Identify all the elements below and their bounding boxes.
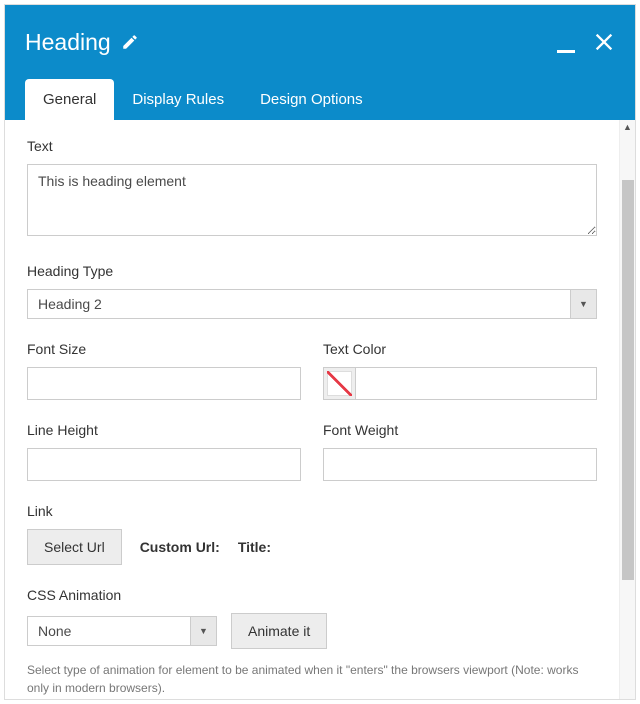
row-lineheight-weight: Line Height Font Weight [27, 422, 597, 481]
link-row: Select Url Custom Url: Title: [27, 529, 597, 565]
link-label: Link [27, 503, 597, 519]
tab-display-rules[interactable]: Display Rules [114, 79, 242, 120]
field-text-color: Text Color [323, 341, 597, 400]
text-color-row [323, 367, 597, 400]
row-size-color: Font Size Text Color [27, 341, 597, 400]
custom-url-label: Custom Url: [140, 539, 220, 555]
heading-type-value: Heading 2 [28, 290, 570, 318]
text-color-label: Text Color [323, 341, 597, 357]
scroll-thumb[interactable] [622, 180, 634, 580]
color-swatch[interactable] [323, 367, 356, 400]
css-animation-value: None [28, 617, 190, 645]
content: Text This is heading element Heading Typ… [5, 120, 619, 699]
css-animation-select[interactable]: None ▼ [27, 616, 217, 646]
field-heading-type: Heading Type Heading 2 ▼ [27, 263, 597, 319]
font-weight-label: Font Weight [323, 422, 597, 438]
text-input[interactable]: This is heading element [27, 164, 597, 236]
heading-settings-dialog: Heading General Display Rules Design Opt… [4, 4, 636, 700]
field-text: Text This is heading element [27, 138, 597, 241]
field-font-size: Font Size [27, 341, 301, 400]
font-size-input[interactable] [27, 367, 301, 400]
close-icon[interactable] [593, 31, 615, 53]
heading-type-select[interactable]: Heading 2 ▼ [27, 289, 597, 319]
line-height-label: Line Height [27, 422, 301, 438]
field-line-height: Line Height [27, 422, 301, 481]
animate-it-button[interactable]: Animate it [231, 613, 327, 649]
chevron-down-icon: ▼ [570, 290, 596, 318]
select-url-button[interactable]: Select Url [27, 529, 122, 565]
field-font-weight: Font Weight [323, 422, 597, 481]
scroll-up-icon[interactable]: ▲ [620, 122, 635, 132]
chevron-down-icon: ▼ [190, 617, 216, 645]
scrollbar[interactable]: ▲ [619, 120, 635, 699]
dialog-header: Heading General Display Rules Design Opt… [5, 5, 635, 120]
text-color-input[interactable] [356, 367, 597, 400]
css-animation-label: CSS Animation [27, 587, 597, 603]
minimize-icon[interactable] [557, 50, 575, 53]
tab-general[interactable]: General [25, 79, 114, 120]
title-label: Title: [238, 539, 271, 555]
font-weight-input[interactable] [323, 448, 597, 481]
no-color-icon [327, 371, 352, 396]
tabs: General Display Rules Design Options [5, 61, 635, 120]
tab-design-options[interactable]: Design Options [242, 79, 381, 120]
field-link: Link Select Url Custom Url: Title: [27, 503, 597, 565]
field-css-animation: CSS Animation None ▼ Animate it Select t… [27, 587, 597, 697]
line-height-input[interactable] [27, 448, 301, 481]
heading-type-label: Heading Type [27, 263, 597, 279]
edit-icon [121, 33, 139, 51]
dialog-title: Heading [25, 29, 111, 56]
animation-row: None ▼ Animate it [27, 613, 597, 649]
title-row: Heading [5, 5, 635, 61]
content-wrapper: Text This is heading element Heading Typ… [5, 120, 635, 699]
font-size-label: Font Size [27, 341, 301, 357]
css-animation-help: Select type of animation for element to … [27, 661, 597, 697]
text-label: Text [27, 138, 597, 154]
